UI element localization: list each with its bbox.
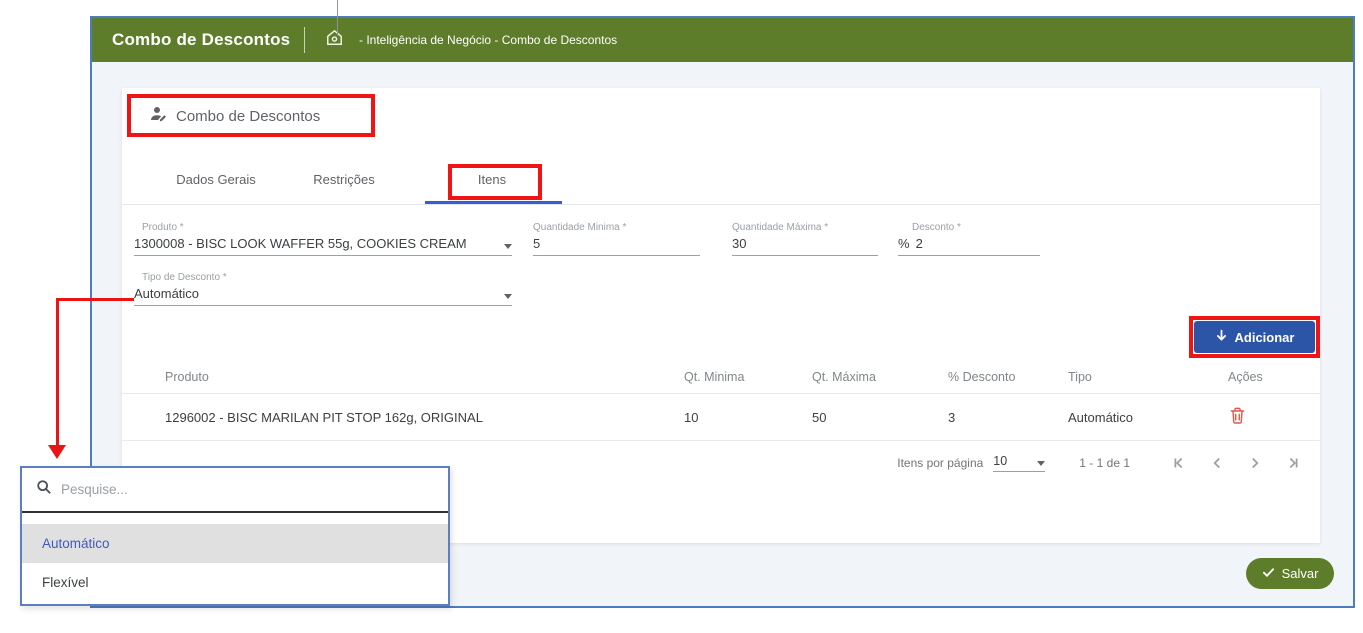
table-row: 1296002 - BISC MARILAN PIT STOP 162g, OR… bbox=[122, 394, 1320, 440]
annotation-arrow-segment bbox=[56, 298, 59, 446]
tab-dados-gerais[interactable]: Dados Gerais bbox=[156, 172, 276, 187]
dropdown-search-row bbox=[22, 468, 448, 513]
quantidade-maxima-label: Quantidade Máxima * bbox=[732, 222, 878, 233]
tipo-desconto-value: Automático bbox=[134, 286, 199, 301]
breadcrumb: - Inteligência de Negócio - Combo de Des… bbox=[359, 33, 617, 47]
pagination-range: 1 - 1 de 1 bbox=[1079, 456, 1130, 470]
chevron-down-icon bbox=[504, 294, 512, 299]
check-icon bbox=[1262, 566, 1275, 581]
dropdown-gap bbox=[22, 513, 448, 524]
first-page-button[interactable] bbox=[1168, 452, 1190, 474]
col-qt-minima: Qt. Minima bbox=[684, 370, 812, 384]
person-edit-icon bbox=[150, 106, 167, 127]
table-header-row: Produto Qt. Minima Qt. Máxima % Desconto… bbox=[122, 360, 1320, 393]
quantidade-minima-value: 5 bbox=[533, 236, 540, 251]
tipo-desconto-label: Tipo de Desconto * bbox=[134, 272, 512, 283]
page-title: Combo de Descontos bbox=[176, 108, 320, 125]
col-acoes: Ações bbox=[1228, 370, 1348, 384]
cell-tipo: Automático bbox=[1068, 410, 1228, 425]
next-page-button[interactable] bbox=[1244, 452, 1266, 474]
adicionar-label: Adicionar bbox=[1235, 330, 1295, 345]
col-tipo: Tipo bbox=[1068, 370, 1228, 384]
items-per-page-select[interactable]: 10 bbox=[993, 454, 1045, 472]
col-qt-maxima: Qt. Máxima bbox=[812, 370, 948, 384]
tab-restricoes[interactable]: Restrições bbox=[284, 172, 404, 187]
quantidade-minima-field[interactable]: Quantidade Minima * 5 bbox=[533, 222, 700, 259]
desconto-label: Desconto * bbox=[898, 222, 1040, 233]
tipo-desconto-select[interactable]: Tipo de Desconto * Automático bbox=[134, 272, 512, 309]
produto-value: 1300008 - BISC LOOK WAFFER 55g, COOKIES … bbox=[134, 236, 467, 251]
annotation-callout-line bbox=[337, 0, 338, 36]
app-title: Combo de Descontos bbox=[112, 30, 304, 50]
salvar-label: Salvar bbox=[1282, 566, 1319, 581]
quantidade-minima-label: Quantidade Minima * bbox=[533, 222, 700, 233]
trash-icon bbox=[1230, 412, 1245, 427]
cell-desconto: 3 bbox=[948, 410, 1068, 425]
produto-label: Produto * bbox=[134, 222, 512, 233]
items-per-page-label: Itens por página bbox=[897, 456, 983, 470]
items-per-page-value: 10 bbox=[993, 454, 1007, 468]
header-divider bbox=[304, 27, 305, 53]
col-produto: Produto bbox=[165, 370, 684, 384]
app-header: Combo de Descontos - Inteligência de Neg… bbox=[92, 18, 1353, 62]
dropdown-option-automatico[interactable]: Automático bbox=[22, 524, 448, 563]
quantidade-maxima-field[interactable]: Quantidade Máxima * 30 bbox=[732, 222, 878, 259]
col-desconto: % Desconto bbox=[948, 370, 1068, 384]
dropdown-option-flexivel[interactable]: Flexível bbox=[22, 563, 448, 602]
search-input[interactable] bbox=[61, 482, 438, 497]
chevron-down-icon bbox=[1037, 461, 1045, 466]
arrow-down-icon bbox=[1215, 329, 1228, 345]
desconto-prefix: % bbox=[898, 236, 910, 251]
home-button[interactable] bbox=[319, 25, 349, 55]
cell-produto: 1296002 - BISC MARILAN PIT STOP 162g, OR… bbox=[165, 410, 684, 425]
home-icon bbox=[325, 28, 344, 52]
previous-page-button[interactable] bbox=[1206, 452, 1228, 474]
annotation-arrow-head bbox=[48, 445, 66, 459]
annotation-arrow-segment bbox=[58, 298, 134, 301]
desconto-value: 2 bbox=[916, 236, 923, 251]
search-icon bbox=[36, 479, 52, 500]
cell-qt-minima: 10 bbox=[684, 410, 812, 425]
tabs-divider bbox=[122, 204, 1320, 205]
cell-qt-maxima: 50 bbox=[812, 410, 948, 425]
delete-row-button[interactable] bbox=[1228, 405, 1254, 429]
last-page-button[interactable] bbox=[1282, 452, 1304, 474]
produto-select[interactable]: Produto * 1300008 - BISC LOOK WAFFER 55g… bbox=[134, 222, 512, 259]
tab-itens[interactable]: Itens bbox=[432, 172, 552, 187]
salvar-button[interactable]: Salvar bbox=[1246, 558, 1334, 589]
adicionar-button[interactable]: Adicionar bbox=[1194, 321, 1315, 353]
chevron-down-icon bbox=[504, 244, 512, 249]
tipo-desconto-dropdown-panel: Automático Flexível bbox=[20, 466, 450, 606]
quantidade-maxima-value: 30 bbox=[732, 236, 746, 251]
desconto-field[interactable]: Desconto * % 2 bbox=[898, 222, 1040, 259]
card-title-row: Combo de Descontos bbox=[150, 106, 320, 127]
